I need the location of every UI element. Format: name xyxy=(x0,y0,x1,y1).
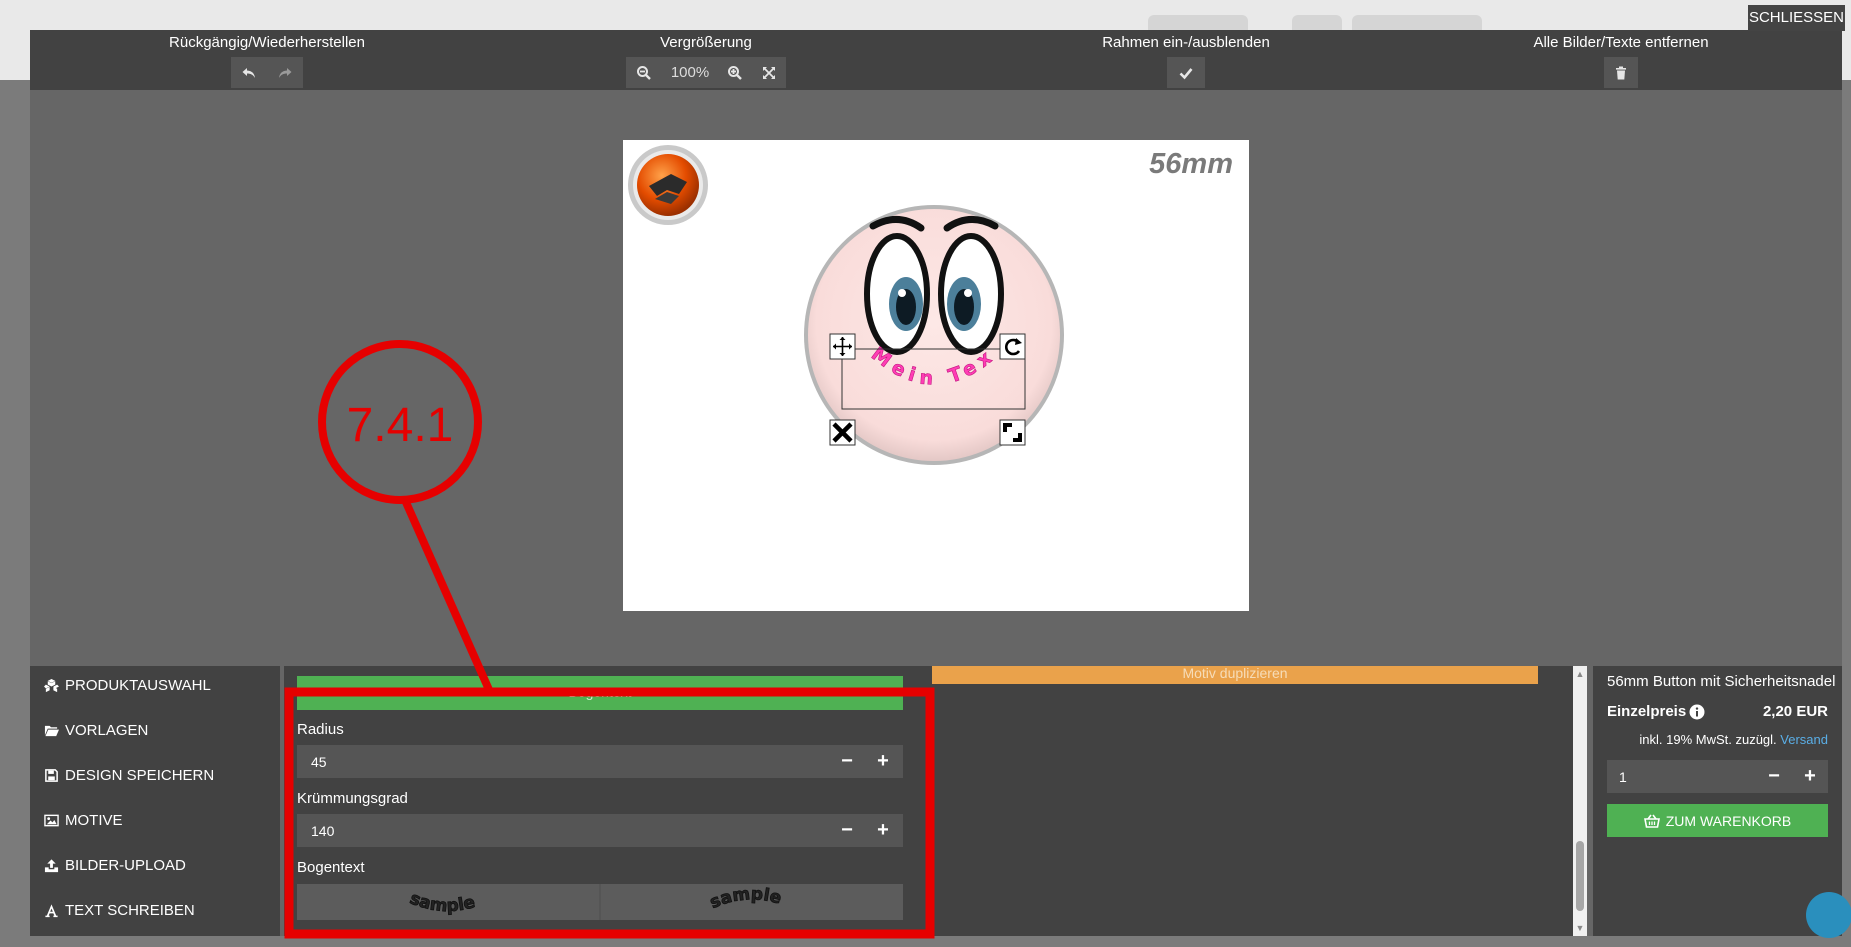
remove-all-group: Alle Bilder/Texte entfernen xyxy=(1491,30,1751,88)
sidebar-item-bilder-upload[interactable]: BILDER-UPLOAD xyxy=(44,857,186,874)
sidebar-item-text-schreiben[interactable]: TEXT SCHREIBEN xyxy=(44,902,195,919)
undo-button[interactable] xyxy=(231,57,267,88)
radius-decrement-button[interactable]: − xyxy=(829,745,865,778)
add-to-cart-button[interactable]: ZUM WARENKORB xyxy=(1607,804,1828,837)
add-to-cart-label: ZUM WARENKORB xyxy=(1665,812,1792,829)
shipping-link[interactable]: Versand xyxy=(1780,732,1828,747)
zoom-group: Vergrößerung 100% xyxy=(626,30,786,88)
move-handle[interactable] xyxy=(829,333,856,360)
radius-stepper: − + xyxy=(297,745,903,778)
trash-icon xyxy=(1616,66,1626,79)
size-label: 56mm xyxy=(1149,148,1233,180)
zoom-out-icon xyxy=(637,65,651,80)
basket-icon xyxy=(1643,814,1660,828)
duplicate-motif-button[interactable]: Motiv duplizieren xyxy=(932,666,1538,684)
zoom-label: Vergrößerung xyxy=(660,34,752,51)
undo-redo-label: Rückgängig/Wiederherstellen xyxy=(169,34,365,51)
sidebar-item-label: TEXT SCHREIBEN xyxy=(65,902,195,919)
sidebar-item-label: PRODUKTAUSWAHL xyxy=(65,677,211,694)
curvature-decrement-button[interactable]: − xyxy=(829,814,865,847)
cubes-icon xyxy=(44,678,59,693)
quantity-input[interactable] xyxy=(1607,760,1769,793)
scroll-down-arrow[interactable]: ▼ xyxy=(1573,920,1587,936)
annotation-label: 7.4.1 xyxy=(346,399,454,452)
curvature-stepper: − + xyxy=(297,814,903,847)
sidebar-item-vorlagen[interactable]: VORLAGEN xyxy=(44,722,148,739)
sidebar-item-motive[interactable]: MOTIVE xyxy=(44,812,123,829)
quantity-decrement-button[interactable]: − xyxy=(1756,760,1792,793)
duplicate-motif-label: Motiv duplizieren xyxy=(1182,666,1288,681)
undo-redo-group: Rückgängig/Wiederherstellen xyxy=(147,30,387,88)
radius-increment-button[interactable]: + xyxy=(865,745,901,778)
arc-direction-label: Bogentext xyxy=(297,859,365,876)
check-icon xyxy=(1179,67,1193,79)
font-icon xyxy=(45,904,58,918)
floppy-icon xyxy=(45,769,58,782)
sidebar-item-produktauswahl[interactable]: PRODUKTAUSWAHL xyxy=(44,677,211,694)
chat-help-bubble[interactable] xyxy=(1806,892,1851,938)
fit-screen-button[interactable] xyxy=(752,57,786,88)
undo-icon xyxy=(242,67,255,78)
radius-input[interactable] xyxy=(297,745,831,778)
quantity-stepper: − + xyxy=(1607,760,1828,793)
tax-note: inkl. 19% MwSt. zuzügl. Versand xyxy=(1639,732,1828,747)
sidebar-item-label: VORLAGEN xyxy=(65,722,149,739)
sidebar-menu: PRODUKTAUSWAHL VORLAGEN DESIGN SPEICHERN… xyxy=(30,666,280,936)
sidebar-item-design-speichern[interactable]: DESIGN SPEICHERN xyxy=(44,767,214,784)
product-title: 56mm Button mit Sicherheitsnadel xyxy=(1607,673,1836,690)
sidebar-item-label: MOTIVE xyxy=(65,812,123,829)
folder-icon xyxy=(44,725,59,737)
unit-price-label-text: Einzelpreis xyxy=(1607,703,1687,720)
frame-toggle-group: Rahmen ein-/ausblenden xyxy=(1066,30,1306,88)
arc-sample-up: sample xyxy=(707,887,784,913)
design-canvas[interactable]: 56mm Mein Text xyxy=(623,140,1249,611)
brand-logo xyxy=(628,145,708,225)
frame-toggle-button[interactable] xyxy=(1167,57,1205,88)
product-panel: 56mm Button mit Sicherheitsnadel Einzelp… xyxy=(1593,666,1842,936)
remove-all-button[interactable] xyxy=(1604,57,1638,88)
arc-direction-options: sample sample xyxy=(297,884,903,920)
unit-price-value: 2,20 EUR xyxy=(1762,703,1828,720)
arc-text-tab-label: Bogentext xyxy=(568,684,632,700)
designer-toolbar: Rückgängig/Wiederherstellen Vergrößerung… xyxy=(30,30,1842,90)
button-preview[interactable]: Mein Text xyxy=(803,204,1065,466)
curvature-label: Krümmungsgrad xyxy=(297,790,408,807)
image-icon xyxy=(44,814,59,827)
redo-button[interactable] xyxy=(267,57,303,88)
zoom-in-icon xyxy=(728,65,742,80)
svg-text:sample: sample xyxy=(707,887,783,913)
zoom-out-button[interactable] xyxy=(626,57,662,88)
scroll-up-arrow[interactable]: ▲ xyxy=(1573,666,1587,682)
curvature-increment-button[interactable]: + xyxy=(865,814,901,847)
remove-all-label: Alle Bilder/Texte entfernen xyxy=(1533,34,1709,51)
text-editor-panel: Bogentext Motiv duplizieren Radius − + K… xyxy=(284,666,1573,936)
radius-label: Radius xyxy=(297,721,344,738)
quantity-increment-button[interactable]: + xyxy=(1792,760,1828,793)
zoom-in-button[interactable] xyxy=(718,57,752,88)
tax-note-text: inkl. 19% MwSt. zuzügl. xyxy=(1639,732,1777,747)
arc-text-tab-button[interactable]: Bogentext xyxy=(297,676,903,710)
resize-handle[interactable] xyxy=(999,419,1026,446)
zoom-value: 100% xyxy=(662,57,718,88)
upload-icon xyxy=(44,859,59,873)
unit-price-label: Einzelpreis xyxy=(1607,703,1705,720)
svg-text:sample: sample xyxy=(407,889,477,917)
sidebar-item-label: BILDER-UPLOAD xyxy=(65,857,186,874)
expand-icon xyxy=(763,66,775,79)
arc-option-down[interactable]: sample xyxy=(297,884,599,920)
panel-scrollbar[interactable]: ▲ ▼ xyxy=(1573,666,1587,936)
sidebar-item-label: DESIGN SPEICHERN xyxy=(65,767,215,784)
arc-sample-down: sample xyxy=(407,888,478,917)
frame-toggle-label: Rahmen ein-/ausblenden xyxy=(1102,34,1270,51)
arc-option-up[interactable]: sample xyxy=(601,884,903,920)
redo-icon xyxy=(279,67,292,78)
scroll-thumb[interactable] xyxy=(1576,841,1584,911)
rotate-handle[interactable] xyxy=(999,333,1026,360)
info-icon[interactable] xyxy=(1689,704,1705,720)
close-button[interactable]: SCHLIESSEN xyxy=(1748,5,1845,31)
curvature-input[interactable] xyxy=(297,814,831,847)
delete-handle[interactable] xyxy=(829,419,856,446)
